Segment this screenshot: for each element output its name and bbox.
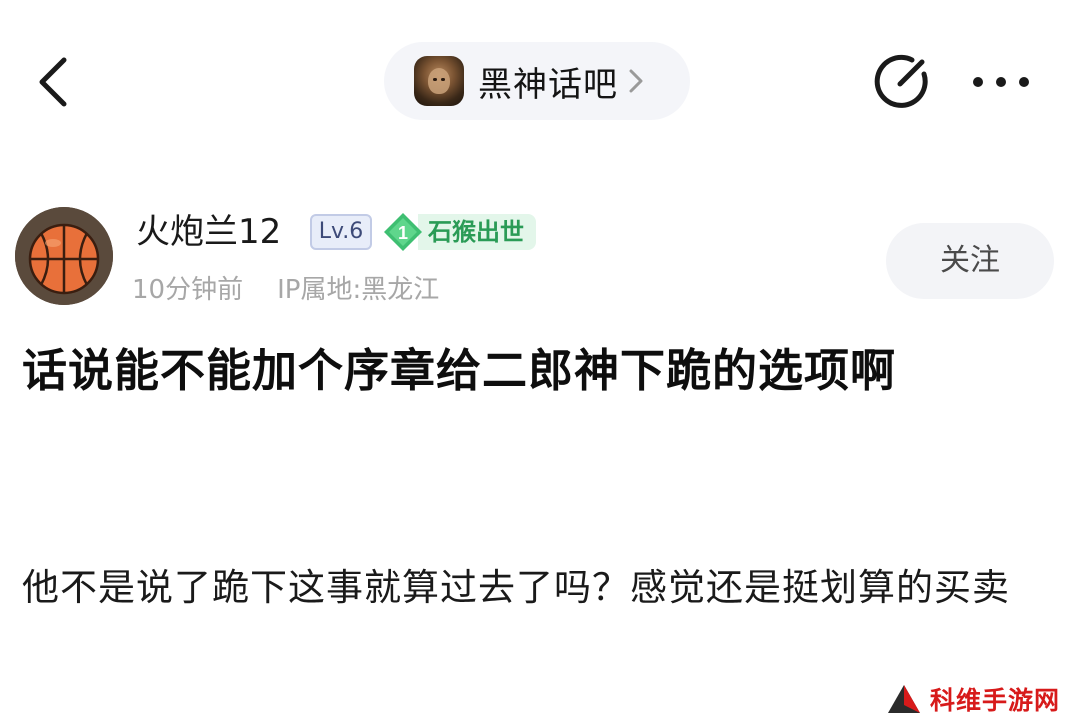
- author-avatar[interactable]: [15, 207, 113, 305]
- follow-button[interactable]: 关注: [886, 223, 1054, 299]
- more-button[interactable]: [966, 60, 1036, 104]
- post-title: 话说能不能加个序章给二郎神下跪的选项啊: [22, 344, 897, 397]
- author-name[interactable]: 火炮兰12: [136, 208, 281, 256]
- forum-avatar: [414, 56, 464, 106]
- triangle-logo-icon: [888, 685, 920, 713]
- watermark: 科维手游网: [886, 680, 1060, 718]
- honor-title: 石猴出世: [418, 214, 536, 250]
- post-body: 他不是说了跪下这事就算过去了吗？感觉还是挺划算的买卖: [22, 566, 1010, 609]
- more-horizontal-icon: [973, 77, 1029, 87]
- forum-entry-button[interactable]: 黑神话吧: [384, 42, 690, 120]
- share-button[interactable]: [872, 52, 932, 112]
- ip-location: IP属地:黑龙江: [277, 275, 440, 305]
- post-meta: 10分钟前 IP属地:黑龙江: [132, 270, 439, 310]
- honor-badge: 1 石猴出世: [382, 210, 536, 254]
- level-badge: Lv.6: [310, 214, 372, 250]
- back-button[interactable]: [28, 50, 84, 114]
- watermark-text: 科维手游网: [930, 686, 1061, 715]
- honor-rank: 1: [398, 223, 408, 243]
- chevron-left-icon: [39, 57, 67, 107]
- chevron-right-icon: [629, 69, 643, 93]
- forum-name: 黑神话吧: [478, 64, 618, 105]
- share-edit-icon: [874, 54, 928, 108]
- basketball-icon: [15, 207, 113, 305]
- diamond-rank-icon: 1: [382, 211, 424, 253]
- post-time: 10分钟前: [132, 275, 244, 305]
